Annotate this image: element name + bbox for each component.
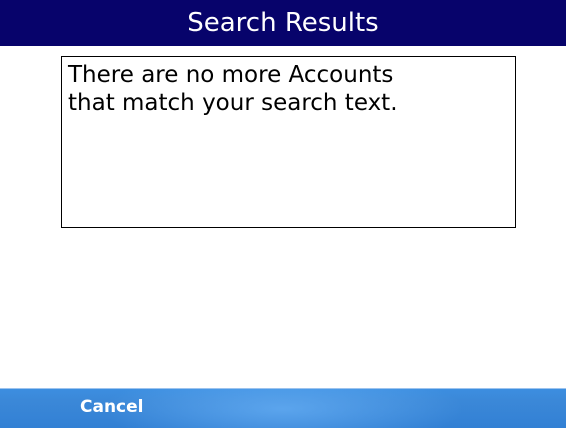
title-bar: Search Results: [0, 0, 566, 46]
message-text: There are no more Accounts that match yo…: [68, 62, 398, 116]
window-title: Search Results: [187, 8, 379, 38]
softkey-bar: Cancel: [0, 388, 566, 428]
cancel-button[interactable]: Cancel: [80, 397, 143, 417]
message-box: There are no more Accounts that match yo…: [61, 56, 516, 228]
